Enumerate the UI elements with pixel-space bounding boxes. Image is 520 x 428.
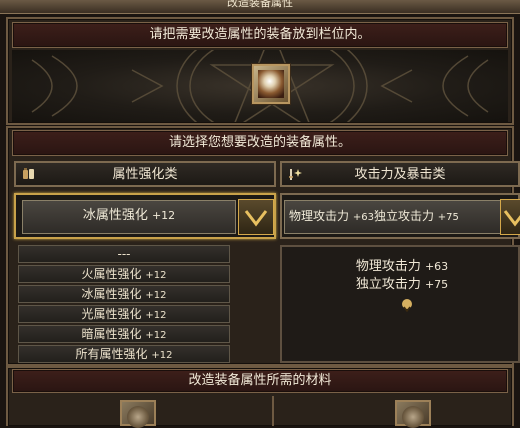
elemental-attribute-dropdown[interactable]: 冰属性强化 +12 — [14, 193, 276, 239]
attack-dropdown-selected-value[interactable]: 物理攻击力 +63独立攻击力 +75 — [284, 200, 502, 234]
option-bonus: +12 — [151, 350, 173, 361]
tab-attack-critical-label: 攻击力及暴击类 — [354, 167, 446, 182]
dropdown-option-all[interactable]: 所有属性强化 +12 — [18, 345, 230, 363]
materials-title-bar: 改造装备属性所需的材料 — [12, 369, 508, 393]
option-bonus: +12 — [145, 330, 167, 341]
dropdown-option-dark[interactable]: 暗属性强化 +12 — [18, 325, 230, 343]
upload-instruction: 请把需要改造属性的装备放到栏位内。 — [149, 27, 371, 42]
chevron-down-icon — [244, 210, 268, 227]
detail-bonus: +75 — [424, 278, 449, 291]
window-title: 改造装备属性 — [227, 0, 293, 9]
material-item-icon — [127, 406, 149, 428]
dropdown-option-fire[interactable]: 火属性强化 +12 — [18, 265, 230, 283]
option-label: 冰属性强化 — [81, 287, 142, 301]
attribute-instruction-bar: 请选择您想要改造的装备属性。 — [12, 130, 508, 156]
selected-attack-bonus-2: +75 — [437, 212, 459, 223]
selected-attack-label-2: 独立攻击力 — [373, 209, 434, 223]
option-bonus: +12 — [145, 270, 167, 281]
tab-elemental-attributes-label: 属性强化类 — [112, 167, 178, 182]
elemental-attribute-options: --- 火属性强化 +12 冰属性强化 +12 光属性强化 +12 暗属性强化 … — [18, 245, 230, 365]
attack-attribute-dropdown[interactable]: 物理攻击力 +63独立攻击力 +75 — [280, 193, 520, 239]
materials-title: 改造装备属性所需的材料 — [188, 373, 332, 388]
selected-attack-label-1: 物理攻击力 — [289, 209, 350, 223]
option-bonus: +12 — [145, 290, 167, 301]
option-label: 火属性强化 — [81, 267, 142, 281]
equipment-item-icon[interactable] — [258, 70, 284, 98]
chevron-down-icon — [503, 210, 520, 227]
detail-label: 物理攻击力 — [355, 259, 421, 274]
materials-divider — [272, 396, 274, 426]
dropdown-option-none[interactable]: --- — [18, 245, 230, 263]
option-label: 光属性强化 — [81, 307, 142, 321]
chevron-down-icon — [403, 306, 411, 313]
detail-label: 独立攻击力 — [355, 277, 421, 292]
detail-line-physical: 物理攻击力 +63 — [282, 255, 520, 274]
selected-attribute-label: 冰属性强化 — [82, 208, 148, 223]
window-title-bar: 改造装备属性 — [0, 0, 520, 14]
detail-bonus: +63 — [424, 260, 449, 273]
upload-instruction-bar: 请把需要改造属性的装备放到栏位内。 — [12, 22, 508, 48]
material-item-icon — [402, 406, 424, 428]
expand-more-icon[interactable] — [402, 299, 412, 313]
tab-attack-critical[interactable]: 攻击力及暴击类 — [280, 161, 520, 187]
dropdown-toggle-button[interactable] — [238, 199, 274, 235]
material-slot-1[interactable] — [120, 400, 156, 428]
equipment-slot[interactable] — [252, 64, 290, 104]
detail-line-independent: 独立攻击力 +75 — [282, 273, 520, 292]
material-slot-2[interactable] — [395, 400, 431, 428]
dropdown-selected-value[interactable]: 冰属性强化 +12 — [22, 200, 236, 234]
option-label: 所有属性强化 — [75, 347, 148, 361]
option-label: 暗属性强化 — [81, 327, 142, 341]
option-bonus: +12 — [145, 310, 167, 321]
tab-elemental-attributes[interactable]: 属性强化类 — [14, 161, 276, 187]
dropdown-option-light[interactable]: 光属性强化 +12 — [18, 305, 230, 323]
dropdown-option-ice[interactable]: 冰属性强化 +12 — [18, 285, 230, 303]
attribute-instruction: 请选择您想要改造的装备属性。 — [168, 135, 351, 150]
attack-attribute-detail: 物理攻击力 +63 独立攻击力 +75 — [280, 245, 520, 363]
selected-attribute-bonus: +12 — [151, 209, 176, 222]
attack-dropdown-toggle-button[interactable] — [500, 199, 520, 235]
selected-attack-bonus-1: +63 — [352, 212, 374, 223]
option-label: --- — [117, 247, 131, 261]
